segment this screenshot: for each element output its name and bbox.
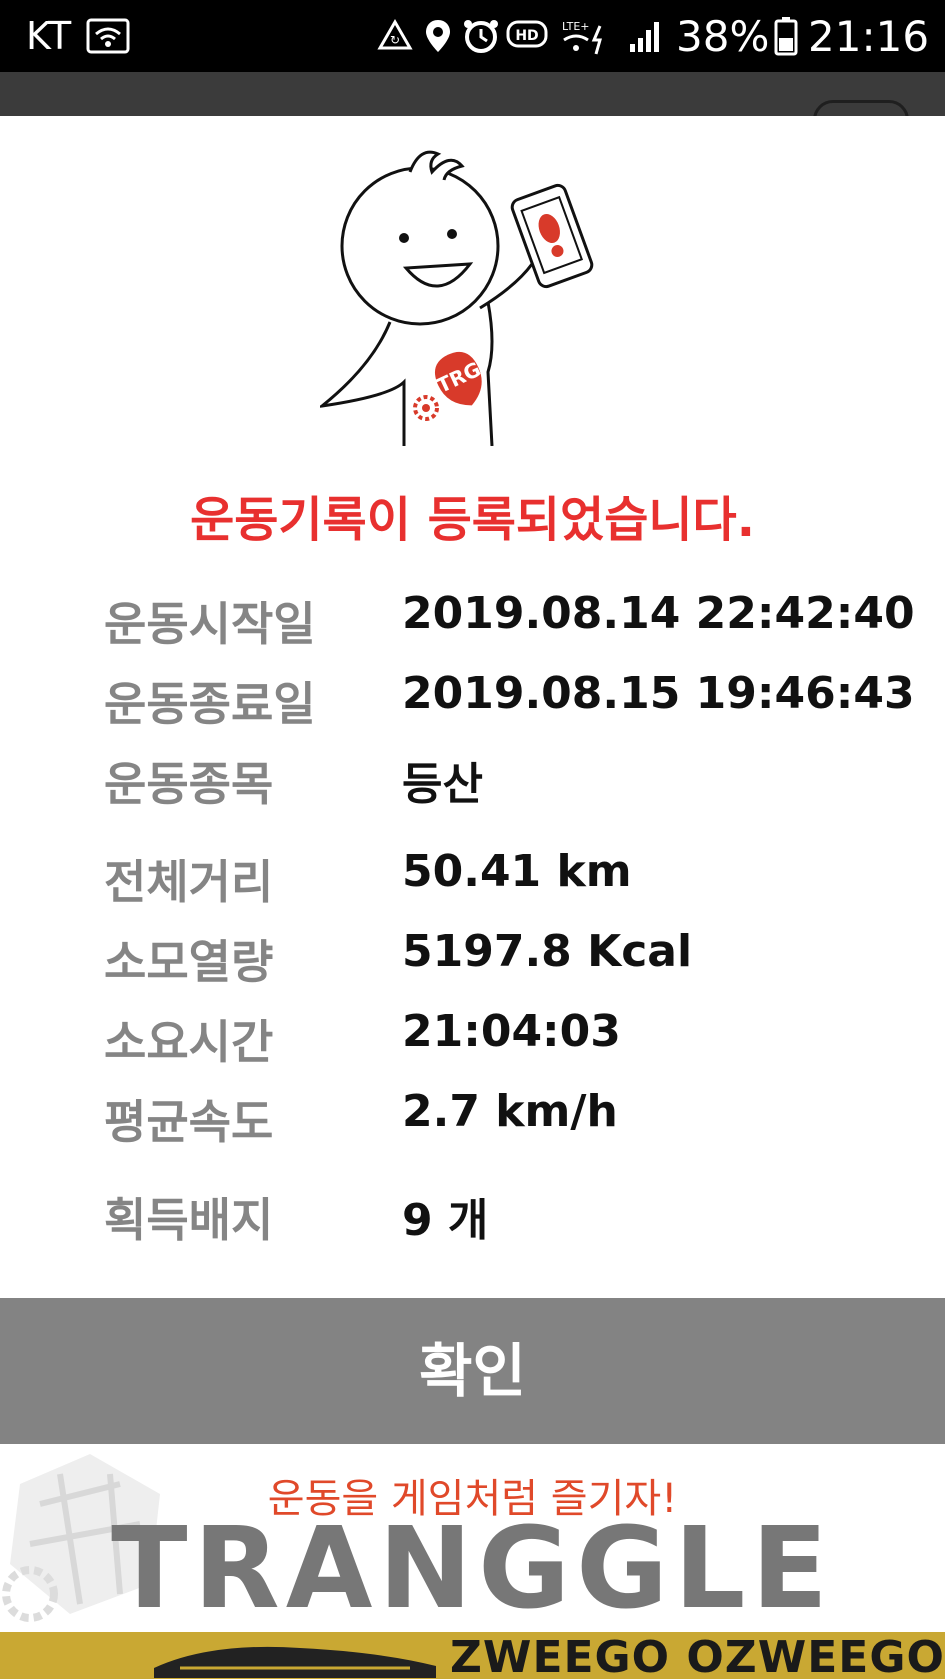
info-value: 2019.08.14 22:42:40 — [402, 588, 915, 639]
info-row-exercise-type: 운동종목 등산 — [104, 748, 924, 811]
info-label: 평균속도 — [104, 1095, 274, 1149]
info-label: 획득배지 — [104, 1193, 274, 1247]
info-label: 소요시간 — [104, 1015, 274, 1069]
info-row-average-speed: 평균속도 2.7 km/h — [104, 1086, 924, 1149]
info-value: 등산 — [402, 759, 483, 810]
record-saved-dialog: TRG 운동기록이 등록되었습니다. 운동시작일 2019.08.14 22:4… — [0, 116, 945, 1298]
info-value: 5197.8 Kcal — [402, 926, 693, 977]
info-row-calories: 소모열량 5197.8 Kcal — [104, 926, 924, 989]
info-row-badges: 획득배지 9 개 — [104, 1184, 924, 1247]
alarm-icon — [462, 18, 500, 58]
confirm-button[interactable]: 확인 — [0, 1298, 945, 1444]
tranggle-ad-banner[interactable]: 운동을 게임처럼 즐기자! TRANGGLE — [0, 1444, 945, 1632]
wifi-icon — [86, 18, 130, 58]
clock: 21:16 — [808, 12, 930, 61]
hd-icon: HD — [506, 18, 548, 56]
info-label: 전체거리 — [104, 855, 274, 909]
tranggle-logo: TRANGGLE — [111, 1504, 834, 1632]
mascot-illustration: TRG — [316, 146, 640, 447]
info-value: 9 개 — [402, 1195, 489, 1246]
info-label: 운동시작일 — [104, 597, 316, 651]
info-value: 50.41 km — [402, 846, 632, 897]
signal-icon — [628, 18, 664, 58]
lte-icon: LTE+ — [560, 18, 612, 62]
info-value: 21:04:03 — [402, 1006, 621, 1057]
dialog-title: 운동기록이 등록되었습니다. — [190, 492, 755, 548]
svg-text:LTE+: LTE+ — [562, 20, 590, 33]
battery-percent: 38% — [676, 12, 770, 61]
info-row-start-date: 운동시작일 2019.08.14 22:42:40 — [104, 588, 924, 651]
status-bar: KT ↻ HD LTE+ 38% 21:16 — [0, 0, 945, 72]
info-label: 운동종목 — [104, 757, 274, 811]
svg-text:HD: HD — [515, 28, 538, 44]
sync-icon: ↻ — [376, 18, 414, 58]
background-app-header — [0, 72, 945, 146]
info-label: 소모열량 — [104, 935, 274, 989]
bottom-ad-text: ZWEEGO OZWEEGO — [450, 1632, 945, 1679]
info-row-duration: 소요시간 21:04:03 — [104, 1006, 924, 1069]
carrier-label: KT — [26, 14, 72, 58]
bottom-ad-banner[interactable]: ZWEEGO OZWEEGO — [0, 1632, 945, 1679]
location-icon — [424, 18, 452, 58]
info-row-total-distance: 전체거리 50.41 km — [104, 846, 924, 909]
info-value: 2.7 km/h — [402, 1086, 618, 1137]
battery-icon — [774, 16, 798, 60]
svg-text:↻: ↻ — [390, 33, 400, 47]
shoe-image-icon — [154, 1646, 436, 1678]
info-row-end-date: 운동종료일 2019.08.15 19:46:43 — [104, 668, 924, 731]
info-value: 2019.08.15 19:46:43 — [402, 668, 915, 719]
info-label: 운동종료일 — [104, 677, 316, 731]
